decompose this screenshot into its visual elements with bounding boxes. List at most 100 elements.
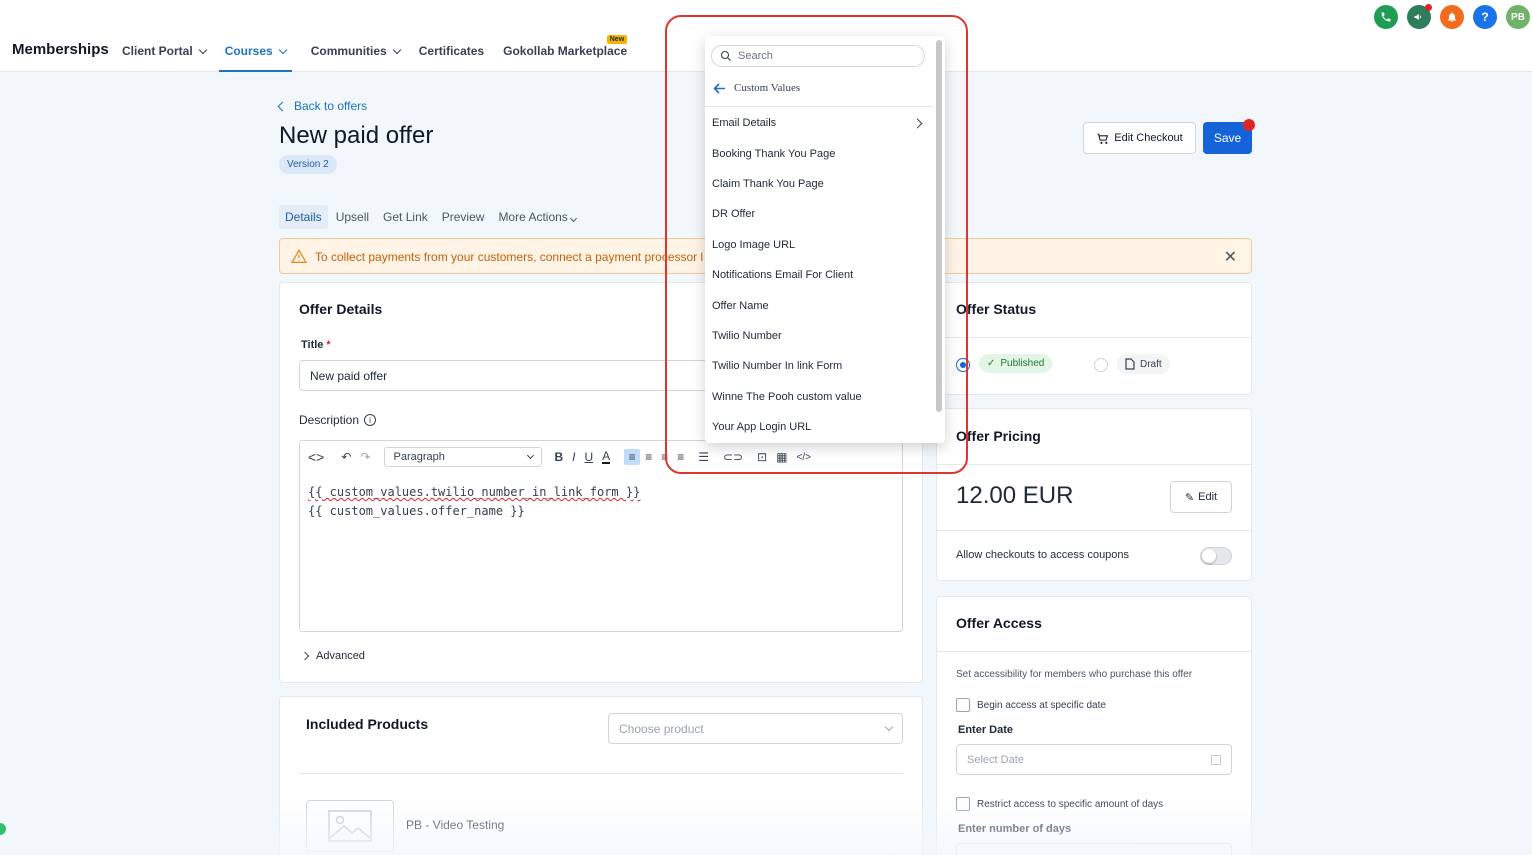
block-format-value: Paragraph [393,451,445,463]
tab-get-link[interactable]: Get Link [377,205,434,229]
chevron-down-icon [569,214,577,223]
products-divider [299,773,903,774]
version-badge: Version 2 [279,155,337,174]
editor-content[interactable]: {{ custom_values.twilio_number_in_link_f… [308,483,640,521]
status-dot [0,823,6,835]
phone-icon[interactable] [1374,5,1398,29]
access-divider [937,651,1251,652]
advanced-label: Advanced [316,650,365,662]
chevron-right-icon [300,651,310,661]
chevron-down-icon [278,45,287,55]
status-draft-radio[interactable] [1094,358,1108,372]
included-products-heading: Included Products [306,716,429,732]
calendar-icon [1211,754,1221,765]
check-icon: ✓ [987,358,996,369]
chevron-down-icon [392,45,401,55]
description-label-text: Description [299,413,360,427]
editor-line-2: {{ custom_values.offer_name }} [308,504,525,518]
offer-pricing-heading: Offer Pricing [956,428,1041,444]
highlight-annotation [665,15,968,474]
date-placeholder: Select Date [967,753,1024,766]
product-thumbnail [306,800,394,852]
undo-icon[interactable]: ↶ [341,450,351,464]
tab-upsell[interactable]: Upsell [330,205,375,229]
description-label: Description i [299,413,377,427]
begin-access-label: Begin access at specific date [977,700,1106,711]
coupons-toggle[interactable] [1200,547,1232,565]
advanced-toggle[interactable]: Advanced [300,650,365,662]
align-center-icon[interactable]: ≡ [645,450,652,464]
required-marker: * [326,339,331,351]
date-input[interactable]: Select Date [956,744,1232,775]
coupons-label: Allow checkouts to access coupons [956,549,1130,561]
back-to-offers-link[interactable]: Back to offers [277,99,368,113]
nav-marketplace[interactable]: Gokollab Marketplace New [503,35,628,72]
pencil-icon: ✎ [1184,491,1195,504]
offer-details-heading: Offer Details [299,301,383,317]
tab-details[interactable]: Details [279,205,328,229]
editor-line: {{ custom_values.offer_name }} [308,502,640,521]
nav-client-portal-label: Client Portal [122,44,193,58]
access-description: Set accessibility for members who purcha… [956,669,1193,680]
cart-icon [1097,133,1109,144]
restrict-days-checkbox[interactable] [956,797,970,811]
app-brand[interactable]: Memberships [12,41,109,58]
code-view-icon[interactable]: <> [308,449,324,465]
unsaved-indicator [1243,119,1255,131]
notification-dot [1425,4,1432,11]
image-placeholder-icon [328,810,372,842]
nav-client-portal[interactable]: Client Portal [122,36,207,72]
back-label: Back to offers [294,99,368,113]
text-color-icon[interactable]: A [602,450,611,464]
pricing-divider [937,464,1251,465]
edit-checkout-button[interactable]: Edit Checkout [1083,122,1196,154]
chevron-down-icon [884,722,894,731]
chevron-down-icon [527,451,535,460]
more-actions-label: More Actions [498,210,568,224]
days-label: Enter number of days [958,823,1072,835]
editor-line: {{ custom_values.twilio_number_in_link_f… [308,483,640,502]
megaphone-icon[interactable] [1407,4,1432,29]
draft-badge: Draft [1117,354,1170,374]
product-name[interactable]: PB - Video Testing [406,818,504,832]
edit-price-button[interactable]: ✎ Edit [1170,481,1232,513]
close-icon[interactable]: ✕ [1224,247,1237,267]
top-icon-group: ? PB [1374,4,1532,29]
nav-marketplace-label: Gokollab Marketplace [503,44,628,58]
choose-product-placeholder: Choose product [619,721,704,736]
choose-product-select[interactable]: Choose product [608,713,903,744]
tab-preview[interactable]: Preview [436,205,491,229]
help-icon[interactable]: ? [1473,5,1497,29]
status-divider [937,337,1251,338]
file-icon [1125,358,1135,370]
new-badge: New [606,35,628,44]
edit-price-label: Edit [1198,491,1218,503]
nav-certificates-label: Certificates [418,44,485,58]
days-input[interactable] [956,843,1232,855]
published-badge: ✓ Published [979,354,1053,373]
main-nav: Client Portal Courses Communities Certif… [122,35,646,72]
redo-icon[interactable]: ↷ [360,450,370,464]
bell-icon[interactable] [1440,5,1464,29]
begin-access-checkbox[interactable] [956,698,970,712]
offer-price: 12.00 EUR [956,482,1074,509]
offer-tabs: Details Upsell Get Link Preview More Act… [279,205,584,229]
avatar[interactable]: PB [1506,5,1530,29]
align-left-icon[interactable]: ≡ [624,449,641,465]
warning-icon [291,249,307,263]
title-input-value: New paid offer [310,368,388,383]
bold-icon[interactable]: B [554,450,563,464]
chevron-left-icon [277,101,288,111]
block-format-select[interactable]: Paragraph [384,447,543,467]
info-icon: i [364,414,377,426]
offer-access-heading: Offer Access [956,615,1042,631]
nav-certificates[interactable]: Certificates [419,36,484,72]
italic-icon[interactable]: I [572,450,575,464]
editor-line-1: {{ custom_values.twilio_number_in_link_f… [308,485,641,499]
tab-more-actions[interactable]: More Actions [492,205,581,229]
nav-courses[interactable]: Courses [218,36,292,72]
enter-date-label: Enter Date [958,724,1014,736]
nav-communities-label: Communities [310,44,387,58]
nav-communities[interactable]: Communities [310,36,401,72]
underline-icon[interactable]: U [585,450,594,464]
